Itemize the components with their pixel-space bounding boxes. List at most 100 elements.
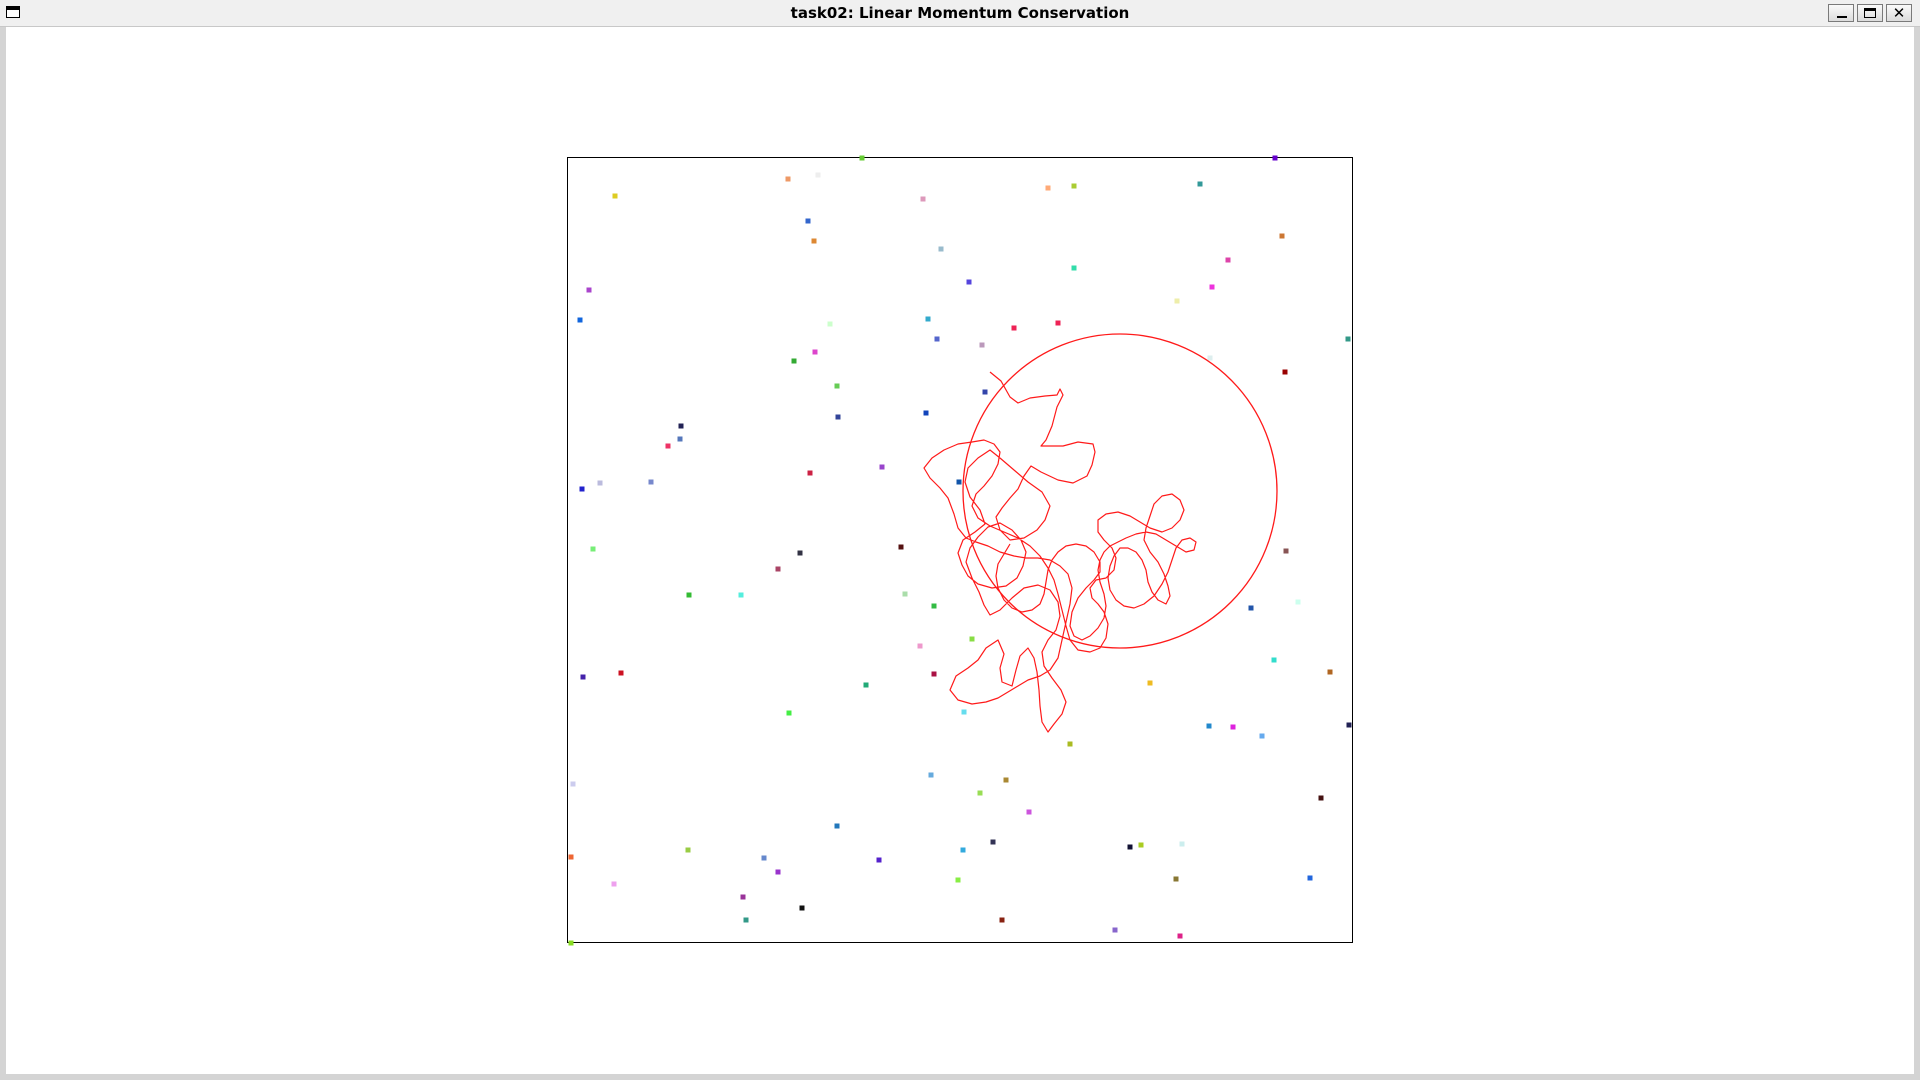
window-title: task02: Linear Momentum Conservation <box>790 4 1130 22</box>
minimize-button[interactable] <box>1828 4 1854 22</box>
particle <box>1127 844 1133 850</box>
particle <box>611 881 617 887</box>
particle <box>1045 185 1051 191</box>
particle <box>815 172 821 178</box>
particle <box>1179 841 1185 847</box>
particle <box>1197 181 1203 187</box>
particle <box>969 636 975 642</box>
particle <box>812 349 818 355</box>
particle <box>775 566 781 572</box>
particle <box>1209 284 1215 290</box>
maximize-button[interactable] <box>1857 4 1883 22</box>
particle <box>580 674 586 680</box>
particle <box>799 905 805 911</box>
particle <box>1011 325 1017 331</box>
particle <box>568 854 574 860</box>
particle <box>1346 722 1352 728</box>
particle <box>1279 233 1285 239</box>
particle <box>811 238 817 244</box>
particle <box>879 464 885 470</box>
particle <box>960 847 966 853</box>
particle <box>1327 669 1333 675</box>
close-button[interactable]: ✕ <box>1886 4 1912 22</box>
particle <box>1283 548 1289 554</box>
particle <box>1318 795 1324 801</box>
particle <box>931 671 937 677</box>
particle <box>677 436 683 442</box>
particle <box>859 155 865 161</box>
particle <box>678 423 684 429</box>
particle <box>597 480 603 486</box>
particle <box>1282 369 1288 375</box>
particle <box>955 877 961 883</box>
particle <box>1026 809 1032 815</box>
particle <box>931 603 937 609</box>
particle <box>982 389 988 395</box>
particle <box>665 443 671 449</box>
particle <box>797 550 803 556</box>
particle <box>917 643 923 649</box>
particle <box>966 279 972 285</box>
particle-layer <box>568 155 1352 946</box>
particle <box>1138 842 1144 848</box>
particle <box>648 479 654 485</box>
particle <box>1272 155 1278 161</box>
maximize-icon <box>1864 8 1876 18</box>
title-bar[interactable]: task02: Linear Momentum Conservation ✕ <box>0 0 1920 27</box>
particle <box>775 869 781 875</box>
particle <box>579 486 585 492</box>
particle <box>586 287 592 293</box>
particle <box>876 857 882 863</box>
particle <box>979 342 985 348</box>
particle <box>1230 724 1236 730</box>
particle <box>827 321 833 327</box>
particle <box>577 317 583 323</box>
particle <box>1295 599 1301 605</box>
particle <box>1147 680 1153 686</box>
particle <box>863 682 869 688</box>
particle <box>1206 723 1212 729</box>
particle <box>618 670 624 676</box>
minimize-icon <box>1837 16 1847 18</box>
particle <box>740 894 746 900</box>
particle <box>977 790 983 796</box>
particle <box>938 246 944 252</box>
particle <box>834 383 840 389</box>
particle <box>925 316 931 322</box>
particle <box>1207 355 1213 361</box>
particle <box>990 839 996 845</box>
particle <box>1259 733 1265 739</box>
particle <box>590 546 596 552</box>
particle <box>1067 741 1073 747</box>
particle <box>685 847 691 853</box>
particle <box>791 358 797 364</box>
particle <box>612 193 618 199</box>
particle <box>1112 927 1118 933</box>
particle <box>920 196 926 202</box>
particle <box>807 470 813 476</box>
particle <box>928 772 934 778</box>
simulation-canvas <box>567 155 1353 946</box>
particle <box>1307 875 1313 881</box>
particle <box>785 176 791 182</box>
particle <box>786 710 792 716</box>
particle <box>1174 298 1180 304</box>
center-of-mass-circle <box>962 333 1278 649</box>
particle <box>761 855 767 861</box>
particle <box>999 917 1005 923</box>
simulation-canvas-area <box>6 27 1914 1074</box>
simulation-box <box>567 157 1353 943</box>
center-of-mass-trajectory <box>923 371 1197 733</box>
particle <box>1271 657 1277 663</box>
particle <box>1248 605 1254 611</box>
particle <box>738 592 744 598</box>
particle <box>1071 183 1077 189</box>
particle <box>902 591 908 597</box>
particle <box>923 410 929 416</box>
particle <box>961 709 967 715</box>
app-window: task02: Linear Momentum Conservation ✕ <box>0 0 1920 1080</box>
particle <box>956 479 962 485</box>
close-icon: ✕ <box>1892 4 1906 22</box>
particle <box>1003 777 1009 783</box>
particle <box>1177 933 1183 939</box>
